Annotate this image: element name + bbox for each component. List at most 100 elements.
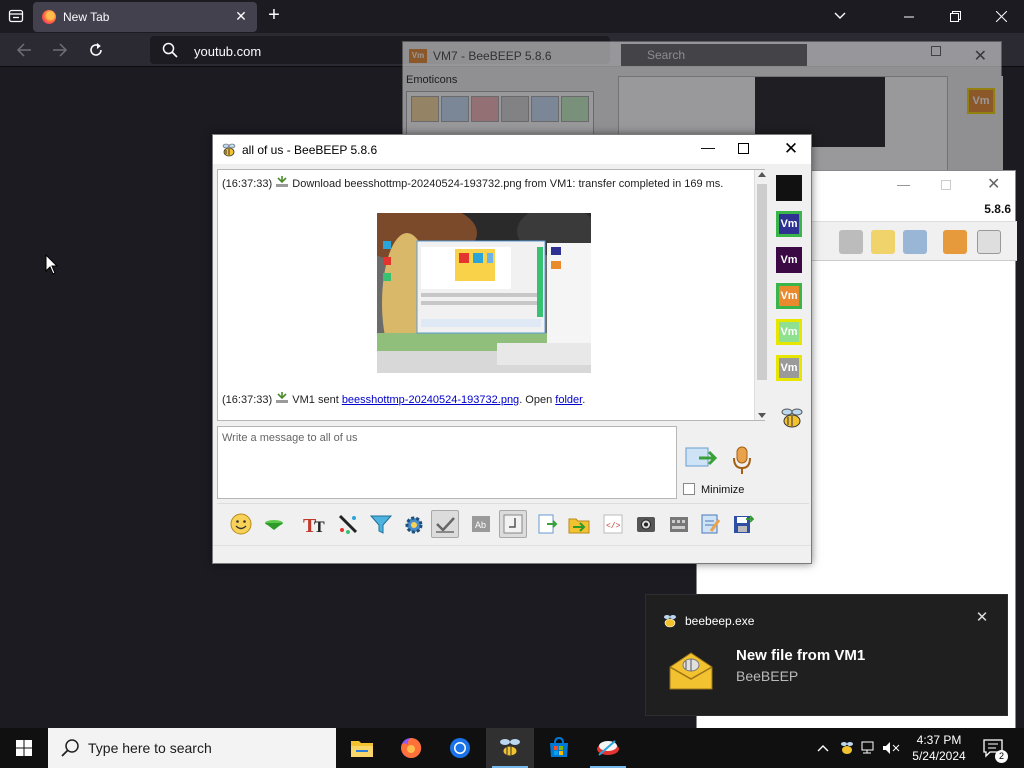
toast-app-name: beebeep.exe: [685, 614, 755, 628]
chat-minimize-button[interactable]: —: [693, 139, 723, 159]
screenshot-button[interactable]: [632, 510, 660, 538]
browser-minimize-button[interactable]: [886, 0, 932, 33]
network-icon[interactable]: [839, 230, 863, 254]
tray-volume[interactable]: [882, 739, 900, 757]
text-color-button[interactable]: [334, 510, 362, 538]
filter-icon: [369, 515, 393, 534]
vm7-close-button[interactable]: ✕: [974, 46, 987, 66]
system-tray: 4:37 PM 5/24/2024 2: [808, 728, 1024, 768]
arrow-left-icon: [16, 43, 31, 57]
browser-restore-button[interactable]: [932, 0, 978, 33]
message-input[interactable]: [218, 427, 676, 498]
browser-tab[interactable]: New Tab ✕: [33, 2, 257, 32]
taskbar-store[interactable]: [535, 728, 583, 768]
emoticon-item[interactable]: [561, 96, 589, 122]
browser-close-button[interactable]: [978, 0, 1024, 33]
member-avatar[interactable]: Vm: [776, 211, 802, 237]
scrollbar-thumb[interactable]: [757, 184, 767, 380]
send-file-button[interactable]: [260, 510, 288, 538]
font-button[interactable]: TT: [301, 510, 329, 538]
emoticon-item[interactable]: [441, 96, 469, 122]
message-mid-text: . Open: [519, 394, 556, 406]
group-users-icon[interactable]: [779, 405, 805, 431]
taskbar-file-explorer[interactable]: [338, 728, 386, 768]
member-avatar[interactable]: Vm: [776, 319, 802, 345]
trash-icon[interactable]: [977, 230, 1001, 254]
mail-bee-icon: [669, 652, 713, 690]
emoticon-item[interactable]: [411, 96, 439, 122]
toast-close-icon[interactable]: ✕: [974, 610, 990, 626]
forward-button[interactable]: [48, 39, 72, 61]
taskbar-chrome[interactable]: [436, 728, 484, 768]
tools-icon[interactable]: [903, 230, 927, 254]
emoticon-button[interactable]: [227, 510, 255, 538]
taskbar-firefox[interactable]: [387, 728, 435, 768]
file-link[interactable]: beesshottmp-20240524-193732.png: [342, 394, 519, 406]
use-return-to-send-button[interactable]: [499, 510, 527, 538]
member-avatar[interactable]: Vm: [776, 247, 802, 273]
download-icon: [276, 176, 289, 187]
toast-notification[interactable]: beebeep.exe ✕ New file from VM1 BeeBEEP: [645, 594, 1008, 716]
member-label: Vm: [780, 326, 798, 338]
clock-date[interactable]: 5/24/2024: [904, 749, 974, 763]
enter-key-icon: [503, 514, 523, 534]
chevron-down-icon: [834, 12, 846, 19]
message-input-box[interactable]: [217, 426, 677, 499]
chat-message-area[interactable]: (16:37:33) Download beesshottmp-20240524…: [217, 169, 768, 421]
spell-check-button[interactable]: [431, 510, 459, 538]
main-window-minimize-button[interactable]: —: [897, 177, 910, 192]
member-avatar[interactable]: Vm: [776, 283, 802, 309]
open-folder-button[interactable]: [565, 510, 593, 538]
microphone-icon[interactable]: [731, 446, 753, 476]
member-avatar[interactable]: Vm: [776, 355, 802, 381]
tray-beebeep[interactable]: [838, 739, 856, 757]
member-label: Vm: [780, 290, 798, 302]
list-all-tabs-button[interactable]: [832, 8, 848, 24]
note-button[interactable]: [696, 510, 724, 538]
tab-close-icon[interactable]: ✕: [233, 8, 249, 24]
main-window-maximize-button[interactable]: [941, 180, 951, 190]
filter-button[interactable]: [367, 510, 395, 538]
scroll-up-icon[interactable]: [758, 172, 766, 177]
vm7-maximize-button[interactable]: [931, 46, 941, 56]
start-button[interactable]: [0, 728, 48, 768]
svg-text:</>: </>: [606, 522, 621, 531]
settings-button[interactable]: [400, 510, 428, 538]
reload-button[interactable]: [84, 39, 108, 61]
edit-icon[interactable]: [871, 230, 895, 254]
tray-network[interactable]: [860, 739, 878, 757]
save-chat-button[interactable]: [533, 510, 561, 538]
chat-window[interactable]: all of us - BeeBEEP 5.8.6 — ✕ (16:37:33)…: [212, 134, 812, 564]
clock-time[interactable]: 4:37 PM: [904, 733, 974, 747]
tray-overflow-button[interactable]: [814, 739, 832, 757]
emoticon-item[interactable]: [501, 96, 529, 122]
detach-chat-button[interactable]: [729, 510, 757, 538]
firefox-view-button[interactable]: [6, 6, 26, 26]
minimize-checkbox[interactable]: [683, 483, 695, 495]
chat-close-button[interactable]: ✕: [781, 137, 801, 161]
member-avatar[interactable]: [776, 175, 802, 201]
message-scrollbar[interactable]: [754, 170, 768, 420]
taskbar-search-box[interactable]: Type here to search: [48, 728, 336, 768]
firefox-view-icon: [8, 9, 24, 23]
screenshot-thumbnail[interactable]: [377, 213, 591, 373]
html-button[interactable]: </>: [599, 510, 627, 538]
beebeep-tray-icon: [841, 742, 853, 754]
scroll-down-icon[interactable]: [758, 413, 766, 418]
new-tab-button[interactable]: +: [264, 5, 284, 26]
emoticon-item[interactable]: [531, 96, 559, 122]
main-window-close-button[interactable]: ✕: [987, 174, 1000, 194]
toast-headline: New file from VM1: [736, 647, 866, 664]
emoticon-item[interactable]: [471, 96, 499, 122]
vm-user-badge[interactable]: Vm: [967, 88, 995, 114]
taskbar-app[interactable]: [584, 728, 632, 768]
taskbar-beebeep[interactable]: [486, 728, 534, 768]
keyboard-button[interactable]: [665, 510, 693, 538]
back-button[interactable]: [12, 39, 36, 61]
folder-link[interactable]: folder: [555, 394, 582, 406]
send-icon[interactable]: [685, 446, 719, 470]
vm7-search-field[interactable]: Search: [621, 44, 807, 66]
completer-button[interactable]: Ab: [467, 510, 495, 538]
update-icon[interactable]: [943, 230, 967, 254]
chat-maximize-button[interactable]: [738, 143, 749, 154]
